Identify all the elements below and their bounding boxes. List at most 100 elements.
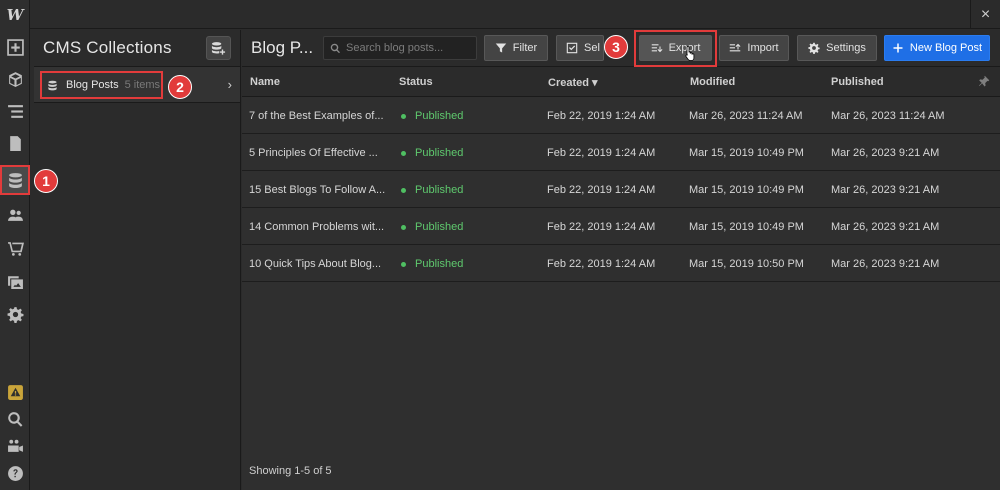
gear-icon [808, 42, 820, 54]
table-row[interactable]: 10 Quick Tips About Blog... Published Fe… [242, 246, 1000, 282]
cell-status: Published [401, 221, 463, 233]
cell-published: Mar 26, 2023 9:21 AM [831, 147, 940, 159]
table-row[interactable]: 5 Principles Of Effective ... Published … [242, 135, 1000, 171]
column-created[interactable]: Created ▾ [548, 76, 598, 89]
cell-status: Published [401, 147, 463, 159]
column-published[interactable]: Published [831, 76, 884, 88]
warning-icon[interactable] [0, 377, 30, 407]
collection-content: Blog P... Filter Sel Export Import [242, 30, 1000, 490]
status-dot [401, 187, 406, 193]
filter-button-label: Filter [512, 42, 538, 54]
help-icon[interactable] [0, 458, 30, 488]
cell-created: Feb 22, 2019 1:24 AM [547, 258, 656, 270]
page-icon[interactable] [0, 128, 30, 158]
cell-name: 7 of the Best Examples of... [249, 110, 384, 122]
cms-app-window: W × CMS Collections Blog Posts 5 items ›… [0, 0, 1000, 490]
column-name[interactable]: Name [250, 76, 280, 88]
status-dot [401, 113, 406, 119]
select-button[interactable]: Sel [556, 35, 604, 61]
collection-item-label: Blog Posts [66, 79, 119, 91]
cell-modified: Mar 15, 2019 10:49 PM [689, 184, 804, 196]
status-label: Published [415, 110, 464, 122]
cell-status: Published [401, 110, 463, 122]
mouse-cursor-icon [685, 46, 695, 61]
cell-name: 5 Principles Of Effective ... [249, 147, 378, 159]
cell-modified: Mar 26, 2023 11:24 AM [689, 110, 803, 122]
cell-created: Feb 22, 2019 1:24 AM [547, 110, 656, 122]
search-input[interactable] [346, 42, 476, 54]
import-button[interactable]: Import [719, 35, 789, 61]
cell-name: 15 Best Blogs To Follow A... [249, 184, 386, 196]
video-people-icon[interactable] [0, 431, 30, 461]
status-label: Published [415, 147, 464, 159]
assets-images-icon[interactable] [0, 266, 30, 296]
filter-icon [495, 43, 507, 53]
search-box[interactable] [323, 36, 477, 60]
settings-button-label: Settings [826, 42, 866, 54]
cell-modified: Mar 15, 2019 10:50 PM [689, 258, 804, 270]
close-icon[interactable]: × [970, 0, 1000, 29]
collection-item-count: 5 items [124, 79, 161, 91]
new-button-label: New Blog Post [909, 42, 983, 54]
cell-modified: Mar 15, 2019 10:49 PM [689, 221, 804, 233]
import-button-label: Import [747, 42, 779, 54]
cell-name: 10 Quick Tips About Blog... [249, 258, 382, 270]
select-button-label: Sel [584, 42, 600, 54]
export-button[interactable]: Export [639, 35, 712, 61]
cell-published: Mar 26, 2023 9:21 AM [831, 258, 940, 270]
left-icon-rail: W [0, 0, 30, 490]
collections-header: CMS Collections [34, 30, 240, 67]
navigator-lines-icon[interactable] [0, 96, 30, 126]
cms-database-icon[interactable] [0, 165, 30, 195]
add-collection-button[interactable] [206, 36, 231, 60]
settings-gear-icon[interactable] [0, 299, 30, 329]
filter-button[interactable]: Filter [484, 35, 548, 61]
webflow-logo: W [6, 6, 24, 24]
status-dot [401, 150, 406, 156]
users-icon[interactable] [0, 200, 30, 230]
cart-icon[interactable] [0, 233, 30, 263]
search-icon[interactable] [0, 404, 30, 434]
add-collection-icon [211, 41, 226, 55]
callout-badge-2: 2 [168, 75, 192, 99]
status-label: Published [415, 184, 464, 196]
export-icon [651, 44, 663, 53]
chevron-right-icon[interactable]: › [228, 77, 232, 92]
search-icon [330, 43, 340, 53]
table-row[interactable]: 14 Common Problems wit... Published Feb … [242, 209, 1000, 245]
status-dot [401, 261, 406, 267]
database-icon [48, 80, 57, 90]
status-label: Published [415, 258, 464, 270]
table-row[interactable]: 15 Best Blogs To Follow A... Published F… [242, 172, 1000, 208]
add-panel-icon[interactable] [0, 32, 30, 62]
collection-title: Blog P... [251, 38, 314, 57]
collections-title: CMS Collections [43, 38, 172, 57]
column-modified[interactable]: Modified [690, 76, 735, 88]
cell-published: Mar 26, 2023 9:21 AM [831, 184, 940, 196]
column-status[interactable]: Status [399, 76, 433, 88]
checkbox-icon [566, 42, 578, 54]
table-row[interactable]: 7 of the Best Examples of... Published F… [242, 98, 1000, 134]
new-blog-post-button[interactable]: New Blog Post [884, 35, 990, 61]
cell-status: Published [401, 184, 463, 196]
cell-status: Published [401, 258, 463, 270]
callout-badge-1: 1 [34, 169, 58, 193]
top-bar: × [30, 0, 1000, 29]
cube-icon[interactable] [0, 64, 30, 94]
status-label: Published [415, 221, 464, 233]
cell-published: Mar 26, 2023 11:24 AM [831, 110, 945, 122]
cell-published: Mar 26, 2023 9:21 AM [831, 221, 940, 233]
cell-created: Feb 22, 2019 1:24 AM [547, 147, 656, 159]
plus-icon [893, 43, 903, 53]
cell-created: Feb 22, 2019 1:24 AM [547, 221, 656, 233]
collection-item-blog-posts[interactable]: Blog Posts 5 items › [34, 67, 240, 103]
collection-settings-button[interactable]: Settings [797, 35, 877, 61]
collections-panel: CMS Collections Blog Posts 5 items › [34, 30, 241, 490]
status-dot [401, 224, 406, 230]
cell-created: Feb 22, 2019 1:24 AM [547, 184, 656, 196]
cell-modified: Mar 15, 2019 10:49 PM [689, 147, 804, 159]
table-header: Name Status Created ▾ Modified Published [242, 67, 1000, 97]
collection-item-highlight[interactable]: Blog Posts 5 items [40, 71, 163, 99]
import-icon [730, 43, 741, 52]
pin-icon[interactable] [978, 75, 990, 87]
